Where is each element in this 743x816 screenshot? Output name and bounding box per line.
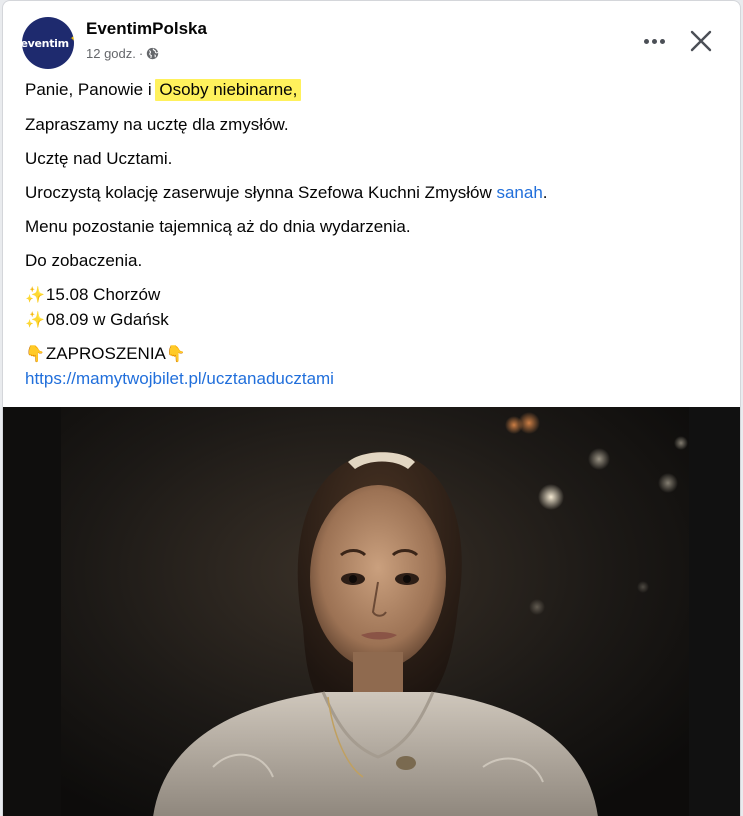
text-line-6: Do zobaczenia. (25, 251, 143, 270)
pointing-down-icon: 👇 (25, 344, 45, 363)
pointing-down-icon: 👇 (165, 344, 186, 363)
avatar[interactable]: eventim✦ (22, 17, 74, 69)
text-line-5: Menu pozostanie tajemnicą aż do dnia wyd… (25, 217, 411, 236)
sparkles-icon: ✨ (25, 310, 45, 329)
sanah-link[interactable]: sanah (496, 183, 542, 202)
meta-separator: · (138, 46, 144, 61)
globe-icon (146, 47, 159, 60)
post-card: eventim✦ EventimPolska 12 godz. · Panie,… (2, 0, 741, 816)
date-line-1: ✨15.08 Chorzów (25, 282, 725, 307)
highlighted-text: Osoby niebinarne, (155, 79, 302, 101)
invite-line: 👇ZAPROSZENIA👇 (25, 341, 725, 366)
page-name[interactable]: EventimPolska (86, 19, 207, 39)
eventim-logo: eventim (22, 36, 69, 50)
text-line-3: Ucztę nad Ucztami. (25, 149, 173, 168)
close-button[interactable] (683, 23, 719, 59)
text-line-4: Uroczystą kolację zaserwuje słynna Szefo… (25, 183, 548, 202)
ticket-link[interactable]: https://mamytwojbilet.pl/ucztanaducztami (25, 369, 334, 388)
ticket-line: https://mamytwojbilet.pl/ucztanaducztami (25, 366, 725, 391)
text-line-1: Panie, Panowie i Osoby niebinarne, (25, 77, 725, 110)
close-icon (690, 30, 712, 52)
post-timestamp[interactable]: 12 godz. (86, 46, 136, 61)
logo-sparkle-icon: ✦ (70, 34, 74, 43)
post-photo[interactable] (3, 407, 740, 816)
post-text: Panie, Panowie i Osoby niebinarne, Zapra… (25, 77, 725, 391)
more-horizontal-icon (643, 38, 649, 44)
date-line-2: ✨08.09 w Gdańsk (25, 307, 725, 332)
more-options-button[interactable] (636, 25, 672, 57)
post-header: eventim✦ EventimPolska 12 godz. · (3, 1, 740, 73)
portrait-image (3, 407, 740, 816)
text-line-2: Zapraszamy na ucztę dla zmysłów. (25, 115, 289, 134)
post-meta: 12 godz. · (86, 46, 159, 61)
sparkles-icon: ✨ (25, 285, 45, 304)
